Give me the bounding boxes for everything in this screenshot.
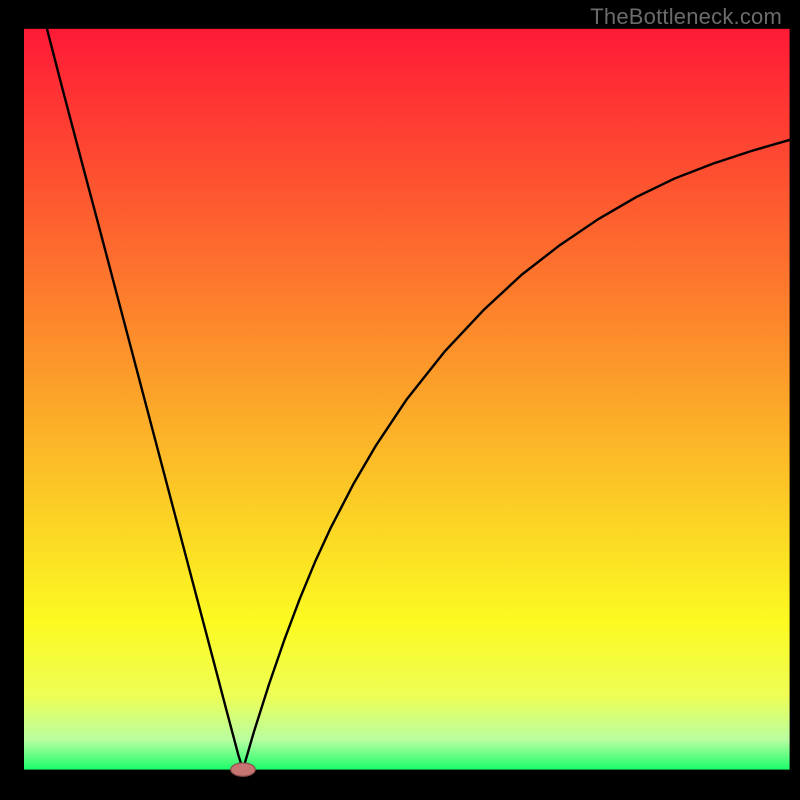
chart-frame: { "watermark": "TheBottleneck.com", "col… [0, 0, 800, 800]
bottleneck-plot [0, 0, 800, 800]
optimal-marker [231, 763, 255, 776]
